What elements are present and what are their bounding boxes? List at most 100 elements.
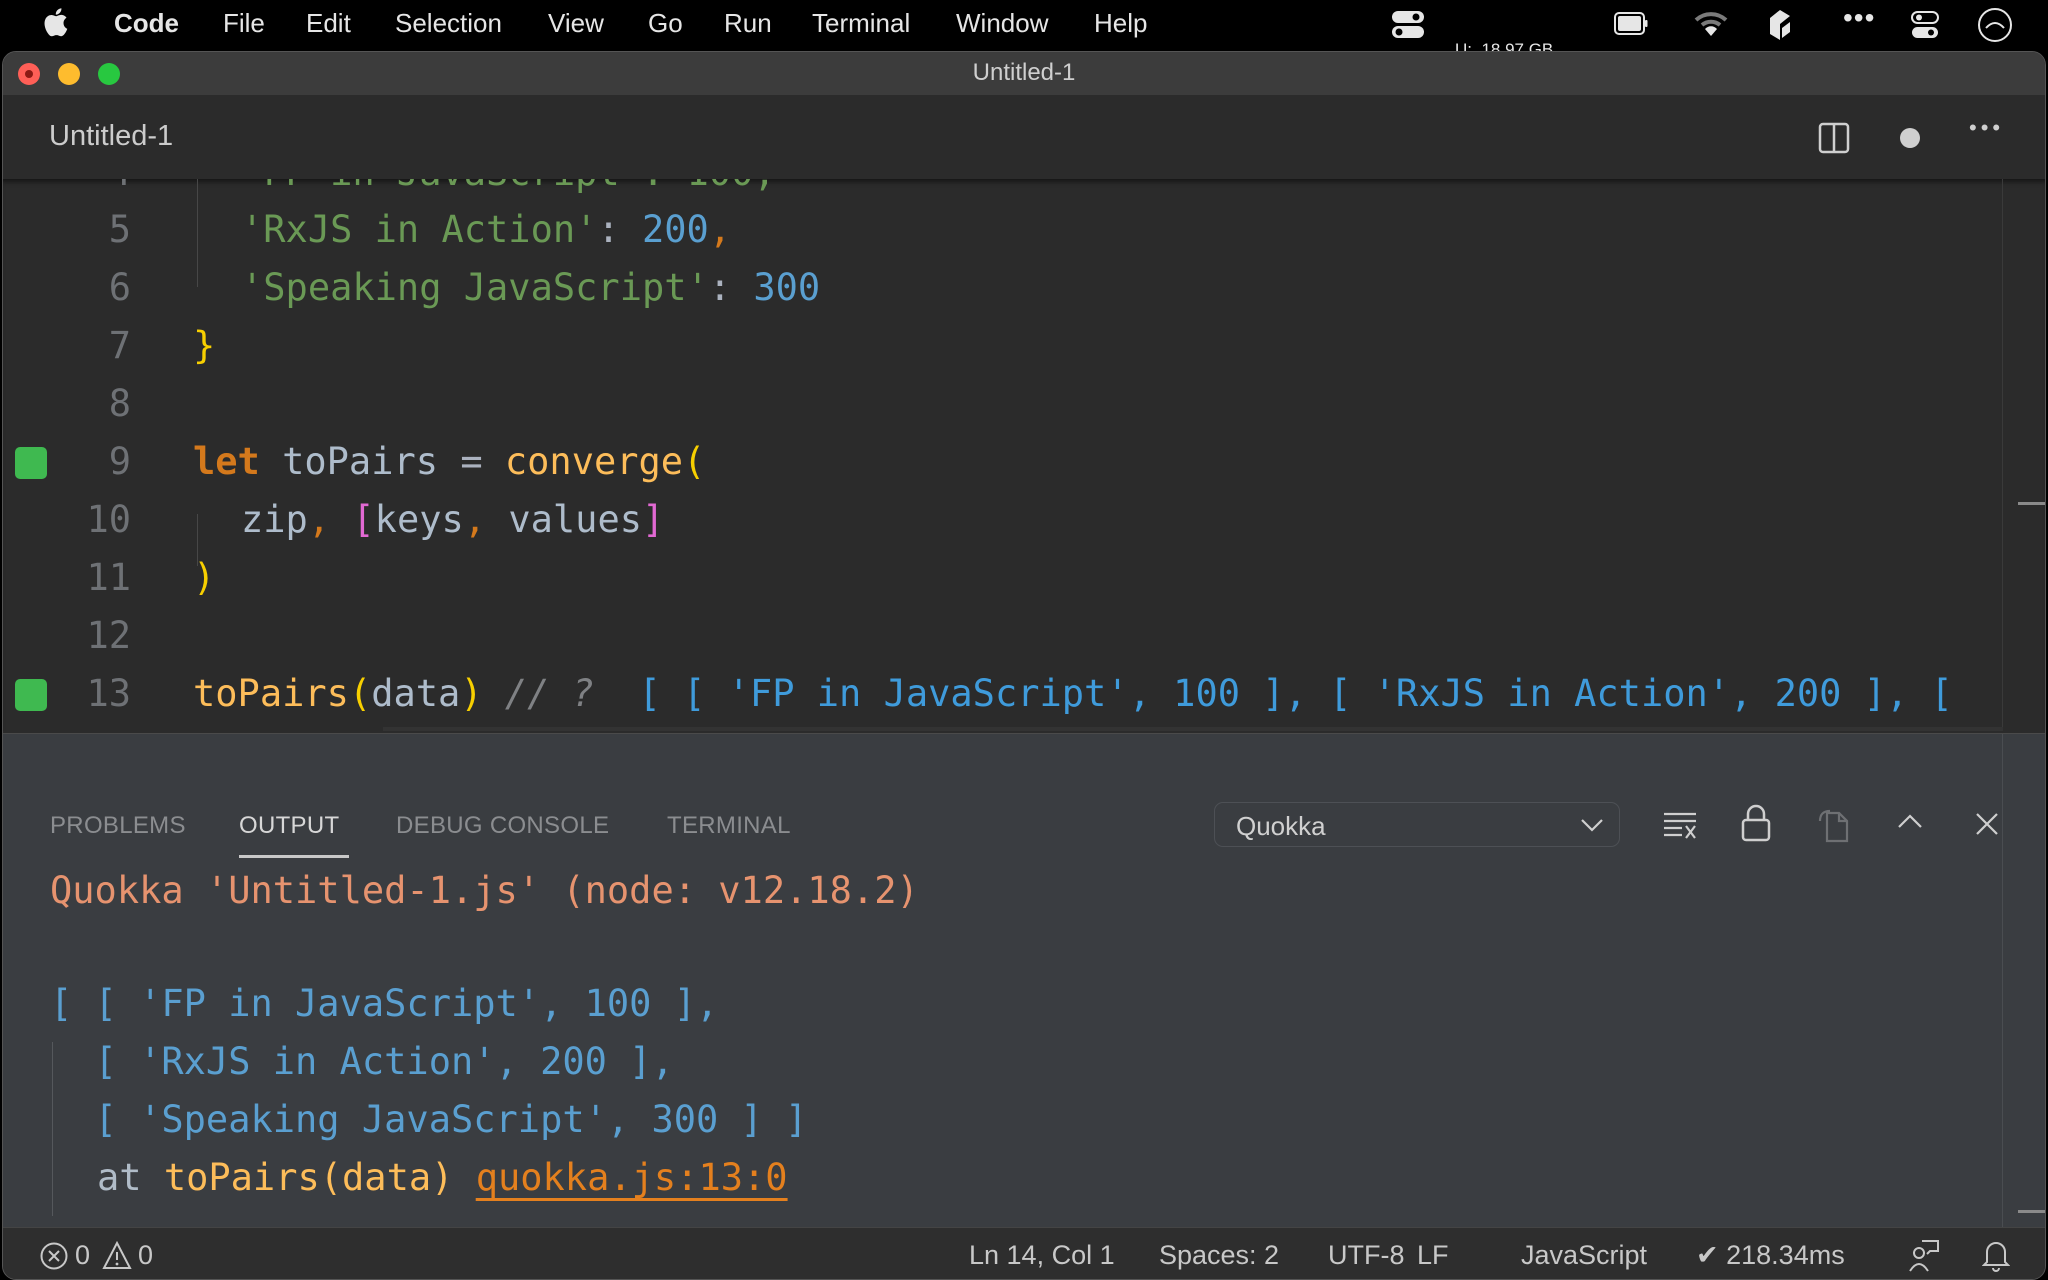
identifier: values bbox=[508, 498, 642, 541]
output-line: [ 'RxJS in Action', 200 ], bbox=[50, 1040, 674, 1083]
line-number: 12 bbox=[86, 614, 131, 657]
wifi-icon[interactable] bbox=[1694, 11, 1728, 37]
menu-view[interactable]: View bbox=[548, 8, 604, 39]
number-value: 300 bbox=[753, 266, 821, 309]
code-line-4-text: 'FP in JavaScript': 100, bbox=[241, 179, 776, 194]
lock-scroll-icon[interactable] bbox=[1740, 804, 1772, 842]
identifier: keys bbox=[374, 498, 464, 541]
code-editor[interactable]: 4 'FP in JavaScript': 100, 5 'RxJS in Ac… bbox=[3, 179, 2045, 731]
colon: : bbox=[708, 266, 754, 309]
function-name: toPairs bbox=[193, 672, 349, 715]
string-key: 'Speaking JavaScript' bbox=[241, 266, 709, 309]
operator: = bbox=[460, 440, 483, 483]
line-number: 7 bbox=[108, 324, 131, 367]
unsaved-dot-icon[interactable] bbox=[1900, 128, 1920, 148]
problems-indicator[interactable]: 0 0 bbox=[39, 1240, 153, 1271]
menu-app-code[interactable]: Code bbox=[114, 8, 179, 39]
tab-problems[interactable]: PROBLEMS bbox=[50, 812, 186, 840]
maximize-panel-icon[interactable] bbox=[1896, 812, 1924, 830]
vscode-window: Untitled-1 Untitled-1 ••• 4 'FP in JavaS… bbox=[2, 51, 2046, 1280]
split-editor-icon[interactable] bbox=[1818, 122, 1850, 154]
comment: // ? bbox=[482, 672, 617, 715]
comma: , bbox=[708, 208, 732, 251]
identifier: zip bbox=[241, 498, 308, 541]
tab-output[interactable]: OUTPUT bbox=[239, 812, 339, 840]
paren: ( bbox=[348, 672, 372, 715]
number-value: 200 bbox=[641, 208, 709, 251]
call-expression: toPairs(data) bbox=[163, 1156, 454, 1199]
menu-help[interactable]: Help bbox=[1094, 8, 1147, 39]
output-line: [ [ 'FP in JavaScript', 100 ], bbox=[50, 982, 719, 1025]
feedback-icon[interactable] bbox=[1908, 1239, 1940, 1273]
app-extension-icon[interactable] bbox=[1766, 8, 1792, 42]
tab-terminal[interactable]: TERMINAL bbox=[667, 812, 791, 840]
status-bar: 0 0 Ln 14, Col 1 Spaces: 2 UTF-8 LF Java… bbox=[3, 1227, 2045, 1279]
closing-brace: } bbox=[193, 324, 216, 367]
variable-name: toPairs bbox=[259, 440, 461, 483]
function-name: converge bbox=[482, 440, 684, 483]
keyword-let: let bbox=[193, 440, 260, 483]
horizontal-scrollbar[interactable] bbox=[383, 727, 2003, 731]
panel-overview-cursor bbox=[2018, 1210, 2045, 1213]
comma: , bbox=[307, 498, 353, 541]
open-log-icon[interactable] bbox=[1817, 805, 1853, 843]
inline-result: [ [ 'FP in JavaScript', 100 ], [ 'RxJS i… bbox=[616, 672, 1953, 715]
siri-icon[interactable] bbox=[1977, 7, 2013, 43]
code-line-9: let toPairs = converge( bbox=[193, 440, 705, 483]
tab-debug-console[interactable]: DEBUG CONSOLE bbox=[396, 812, 609, 840]
line-number: 5 bbox=[108, 208, 131, 251]
quokka-timing[interactable]: ✔ 218.34ms bbox=[1696, 1240, 1845, 1271]
indent-guide bbox=[197, 179, 198, 287]
paren: ) bbox=[193, 556, 216, 599]
battery-icon[interactable] bbox=[1614, 12, 1648, 36]
menu-run[interactable]: Run bbox=[724, 8, 772, 39]
macos-menubar: Code File Edit Selection View Go Run Ter… bbox=[0, 0, 2048, 113]
title-bar: Untitled-1 bbox=[3, 52, 2045, 95]
colon: : bbox=[597, 208, 642, 251]
panel-scrollbar-track[interactable] bbox=[2002, 734, 2003, 1228]
more-actions-icon[interactable]: ••• bbox=[1969, 115, 2004, 141]
menu-window[interactable]: Window bbox=[956, 8, 1048, 39]
bracket: [ bbox=[352, 498, 375, 541]
end-of-line[interactable]: LF bbox=[1417, 1240, 1449, 1271]
more-icon[interactable]: ••• bbox=[1843, 2, 1875, 34]
line-number: 10 bbox=[86, 498, 131, 541]
notifications-bell-icon[interactable] bbox=[1982, 1238, 2010, 1272]
encoding[interactable]: UTF-8 bbox=[1328, 1240, 1405, 1271]
bracket: ] bbox=[642, 498, 665, 541]
apple-logo-icon[interactable] bbox=[42, 6, 68, 38]
output-source-line: at toPairs(data) quokka.js:13:0 bbox=[97, 1156, 788, 1199]
menu-go[interactable]: Go bbox=[648, 8, 683, 39]
source-location-link[interactable]: quokka.js:13:0 bbox=[476, 1156, 788, 1199]
code-line-11: ) bbox=[193, 556, 215, 599]
output-channel-selected: Quokka bbox=[1236, 811, 1326, 841]
identifier: data bbox=[371, 672, 461, 715]
line-number: 4 bbox=[3, 179, 131, 194]
cursor-position[interactable]: Ln 14, Col 1 bbox=[969, 1240, 1115, 1271]
code-line-10: zip, [keys, values] bbox=[241, 498, 664, 541]
code-line-7: } bbox=[193, 324, 215, 367]
line-number: 9 bbox=[108, 440, 131, 483]
menu-edit[interactable]: Edit bbox=[306, 8, 351, 39]
quokka-header: Quokka 'Untitled-1.js' (node: v12.18.2) bbox=[50, 869, 919, 912]
line-number: 11 bbox=[86, 556, 131, 599]
menu-file[interactable]: File bbox=[223, 8, 265, 39]
menu-terminal[interactable]: Terminal bbox=[812, 8, 910, 39]
line-number: 8 bbox=[108, 382, 131, 425]
editor-scrollbar-track[interactable] bbox=[2002, 179, 2003, 731]
clear-output-icon[interactable] bbox=[1662, 811, 1698, 841]
editor-tab-untitled-1[interactable]: Untitled-1 bbox=[49, 120, 173, 153]
indentation[interactable]: Spaces: 2 bbox=[1159, 1240, 1279, 1271]
warning-count: 0 bbox=[138, 1240, 154, 1270]
language-mode[interactable]: JavaScript bbox=[1521, 1240, 1647, 1271]
code-line-4: 'FP in JavaScript': 100, bbox=[241, 179, 776, 194]
close-panel-icon[interactable] bbox=[1974, 811, 2000, 837]
menu-selection[interactable]: Selection bbox=[395, 8, 502, 39]
output-channel-select[interactable]: Quokka bbox=[1214, 802, 1620, 847]
error-icon bbox=[40, 1242, 68, 1269]
control-center-icon[interactable] bbox=[1910, 10, 1940, 40]
error-count: 0 bbox=[75, 1240, 91, 1270]
bottom-panel: PROBLEMS OUTPUT DEBUG CONSOLE TERMINAL Q… bbox=[3, 733, 2045, 1228]
line-number: 6 bbox=[108, 266, 131, 309]
toggle-icon[interactable] bbox=[1391, 10, 1425, 40]
